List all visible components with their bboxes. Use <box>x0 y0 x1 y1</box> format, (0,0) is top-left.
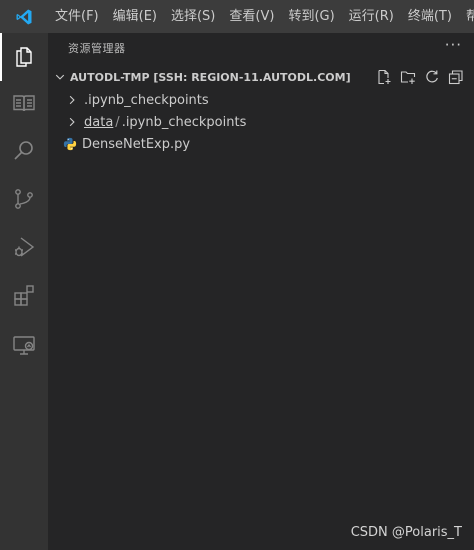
more-actions-icon[interactable]: ··· <box>445 36 462 60</box>
menu-file[interactable]: 文件(F) <box>48 0 106 33</box>
tree-item-label: .ipynb_checkpoints <box>84 92 209 108</box>
section-actions <box>374 67 474 87</box>
watermark-text: CSDN @Polaris_T <box>350 525 462 540</box>
chevron-down-icon[interactable] <box>52 69 68 85</box>
title-bar: 文件(F) 编辑(E) 选择(S) 查看(V) 转到(G) 运行(R) 终端(T… <box>0 0 474 33</box>
menu-edit[interactable]: 编辑(E) <box>106 0 164 33</box>
remote-explorer-icon <box>12 333 36 361</box>
activity-notebook[interactable] <box>0 81 48 129</box>
menu-terminal[interactable]: 终端(T) <box>401 0 459 33</box>
search-icon <box>12 139 36 167</box>
collapse-all-icon[interactable] <box>446 67 466 87</box>
new-file-icon[interactable] <box>374 67 394 87</box>
activity-extensions[interactable] <box>0 273 48 321</box>
workspace-title: AUTODL-TMP [SSH: REGION-11.AUTODL.COM] <box>70 70 351 84</box>
tree-item-label: .ipynb_checkpoints <box>121 114 247 130</box>
explorer-header: 资源管理器 ··· <box>48 33 474 63</box>
extensions-icon <box>12 283 36 311</box>
tree-item-densenetexp-py[interactable]: DenseNetExp.py <box>48 133 474 155</box>
activity-run-debug[interactable] <box>0 225 48 273</box>
activity-remote-explorer[interactable] <box>0 323 48 371</box>
menu-help[interactable]: 帮助 <box>459 0 474 33</box>
menu-run[interactable]: 运行(R) <box>342 0 401 33</box>
run-debug-icon <box>12 235 36 263</box>
explorer-title: 资源管理器 <box>68 42 126 55</box>
vscode-logo-icon <box>0 0 48 33</box>
explorer-icon <box>12 43 36 71</box>
tree-item-label: DenseNetExp.py <box>82 136 191 152</box>
activity-source-control[interactable] <box>0 177 48 225</box>
notebook-icon <box>12 91 36 119</box>
tree-item-ipynb-checkpoints[interactable]: .ipynb_checkpoints <box>48 89 474 111</box>
chevron-right-icon <box>64 92 80 108</box>
chevron-right-icon <box>64 114 80 130</box>
menu-view[interactable]: 查看(V) <box>222 0 281 33</box>
tree-item-data-ipynb-checkpoints[interactable]: data / .ipynb_checkpoints <box>48 111 474 133</box>
refresh-icon[interactable] <box>422 67 442 87</box>
source-control-icon <box>12 187 36 215</box>
activity-bar <box>0 33 48 550</box>
activity-search[interactable] <box>0 129 48 177</box>
menu-bar: 文件(F) 编辑(E) 选择(S) 查看(V) 转到(G) 运行(R) 终端(T… <box>48 0 474 33</box>
activity-explorer[interactable] <box>0 33 48 81</box>
menu-go[interactable]: 转到(G) <box>281 0 341 33</box>
menu-selection[interactable]: 选择(S) <box>164 0 222 33</box>
path-separator: / <box>115 114 120 130</box>
python-file-icon <box>62 136 78 152</box>
tree-item-parent-folder[interactable]: data <box>84 115 113 130</box>
new-folder-icon[interactable] <box>398 67 418 87</box>
workspace-section-header[interactable]: AUTODL-TMP [SSH: REGION-11.AUTODL.COM] <box>48 65 474 89</box>
explorer-sidebar: 资源管理器 ··· AUTODL-TMP [SSH: REGION-11.AUT… <box>48 33 474 550</box>
